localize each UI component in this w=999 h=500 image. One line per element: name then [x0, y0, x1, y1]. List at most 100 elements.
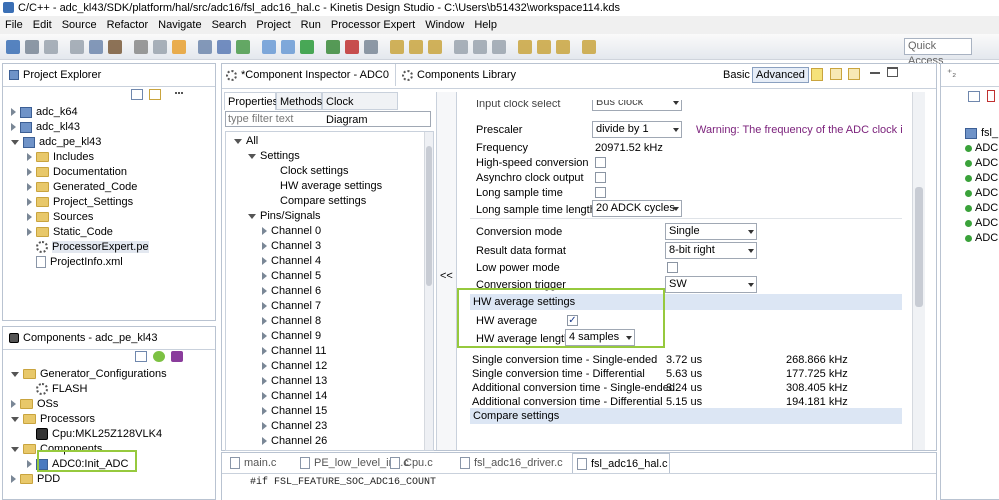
menu-file[interactable]: File	[0, 16, 28, 34]
settings-tree-item-channel-14[interactable]: Channel 14	[262, 389, 327, 404]
settings-tree-item-channel-11[interactable]: Channel 11	[262, 344, 326, 359]
menu-processor-expert[interactable]: Processor Expert	[326, 16, 420, 34]
compare-section-header[interactable]: Compare settings	[470, 408, 902, 424]
nav-a-icon[interactable]	[518, 40, 532, 54]
async-clock-checkbox[interactable]	[595, 172, 606, 183]
expand-arrow-icon[interactable]	[27, 198, 32, 207]
expand-arrow-icon[interactable]	[262, 257, 267, 266]
tree-item-sources[interactable]: Sources	[27, 210, 93, 225]
debug-icon[interactable]	[217, 40, 231, 54]
expand-arrow-icon[interactable]	[262, 287, 267, 296]
generate-code-icon[interactable]	[171, 351, 183, 362]
tree-item-adc-k64[interactable]: adc_k64	[11, 105, 78, 120]
prescaler-select[interactable]: divide by 1	[592, 121, 682, 138]
settings-tree-item-settings[interactable]: Settings	[248, 149, 300, 164]
menu-help[interactable]: Help	[469, 16, 502, 34]
tree-item-processorexpert-pe[interactable]: ProcessorExpert.pe	[27, 240, 149, 255]
component-tree-item-flash[interactable]: FLASH	[27, 382, 87, 397]
outline-collapse-icon[interactable]	[968, 91, 980, 102]
subtab-methods[interactable]: Methods	[276, 92, 322, 110]
tree-item-documentation[interactable]: Documentation	[27, 165, 127, 180]
build-icon[interactable]	[89, 40, 103, 54]
basic-mode-button[interactable]: Basic	[723, 64, 750, 86]
settings-tree-item-clock-settings[interactable]: Clock settings	[262, 164, 348, 179]
outline-item[interactable]: ADC	[965, 216, 998, 231]
conversion-mode-select[interactable]: Single	[665, 223, 757, 240]
compass-icon[interactable]	[262, 40, 276, 54]
run-ext-icon[interactable]	[326, 40, 340, 54]
settings-tree-item-channel-15[interactable]: Channel 15	[262, 404, 327, 419]
toggle-b-icon[interactable]	[473, 40, 487, 54]
expand-arrow-icon[interactable]	[248, 153, 256, 159]
toggle-a-icon[interactable]	[454, 40, 468, 54]
edit-icon[interactable]	[409, 40, 423, 54]
expand-arrow-icon[interactable]	[262, 317, 267, 326]
editor-tab-cpu-c[interactable]: Cpu.c	[386, 453, 444, 473]
hammer-icon[interactable]	[108, 40, 122, 54]
add-component-icon[interactable]	[153, 351, 165, 362]
expand-arrow-icon[interactable]	[27, 168, 32, 177]
expand-arrow-icon[interactable]	[11, 416, 19, 422]
tree-item-projectinfo-xml[interactable]: ProjectInfo.xml	[27, 255, 123, 270]
collapse-icon[interactable]	[135, 351, 147, 362]
print-icon[interactable]	[70, 40, 84, 54]
back-icon[interactable]	[830, 68, 842, 80]
tree-item-includes[interactable]: Includes	[27, 150, 94, 165]
menu-refactor[interactable]: Refactor	[102, 16, 154, 34]
toggle-c-icon[interactable]	[492, 40, 506, 54]
collapse-button[interactable]: <<	[440, 270, 453, 282]
components-tab[interactable]: Components - adc_pe_kl43	[9, 327, 158, 349]
run-icon[interactable]	[300, 40, 314, 54]
high-speed-checkbox[interactable]	[595, 157, 606, 168]
long-sample-length-select[interactable]: 20 ADCK cycles	[592, 200, 682, 217]
subtab-clock-diagram[interactable]: Clock Diagram	[322, 92, 398, 126]
component-tree-item-pdd[interactable]: PDD	[11, 472, 60, 487]
expand-arrow-icon[interactable]	[11, 139, 19, 145]
menu-run[interactable]: Run	[296, 16, 326, 34]
outline-sort-icon[interactable]	[987, 90, 995, 102]
maximize-icon[interactable]	[887, 67, 898, 77]
component-inspector-tab[interactable]: *Component Inspector - ADC0	[226, 64, 396, 86]
expand-arrow-icon[interactable]	[262, 377, 267, 386]
tree-item-adc-pe-kl43[interactable]: adc_pe_kl43	[11, 135, 101, 150]
low-power-checkbox[interactable]	[667, 262, 678, 273]
forward-icon[interactable]	[848, 68, 860, 80]
tree-item-static-code[interactable]: Static_Code	[27, 225, 113, 240]
settings-tree-item-channel-0[interactable]: Channel 0	[262, 224, 321, 239]
menu-project[interactable]: Project	[251, 16, 295, 34]
subtab-properties[interactable]: Properties	[224, 92, 278, 110]
expand-arrow-icon[interactable]	[27, 183, 32, 192]
settings-tree-item-channel-23[interactable]: Channel 23	[262, 419, 327, 434]
nav-b-icon[interactable]	[537, 40, 551, 54]
minimize-icon[interactable]	[870, 72, 880, 74]
expand-arrow-icon[interactable]	[27, 213, 32, 222]
lightning-icon[interactable]	[172, 40, 186, 54]
outline-item[interactable]: ADC	[965, 231, 998, 246]
outline-item[interactable]: ADC	[965, 141, 998, 156]
refresh-icon[interactable]	[198, 40, 212, 54]
outline-item[interactable]: ADC	[965, 201, 998, 216]
expand-arrow-icon[interactable]	[262, 242, 267, 251]
settings-tree-item-channel-5[interactable]: Channel 5	[262, 269, 321, 284]
expand-arrow-icon[interactable]	[11, 400, 16, 409]
expand-arrow-icon[interactable]	[262, 422, 267, 431]
settings-tree-item-channel-9[interactable]: Channel 9	[262, 329, 321, 344]
expand-arrow-icon[interactable]	[11, 446, 19, 452]
brush-icon[interactable]	[428, 40, 442, 54]
settings-tree-item-channel-26[interactable]: Channel 26	[262, 434, 327, 449]
advanced-mode-button[interactable]: Advanced	[752, 67, 809, 83]
settings-tree-item-channel-4[interactable]: Channel 4	[262, 254, 321, 269]
menu-navigate[interactable]: Navigate	[153, 16, 206, 34]
expand-arrow-icon[interactable]	[262, 332, 267, 341]
settings-tree-item-channel-12[interactable]: Channel 12	[262, 359, 327, 374]
forward-icon[interactable]	[582, 40, 596, 54]
settings-tree-item-hw-average-settings[interactable]: HW average settings	[262, 179, 382, 194]
properties-scrollbar[interactable]	[912, 92, 925, 450]
link-editor-icon[interactable]	[149, 89, 161, 100]
expand-arrow-icon[interactable]	[234, 138, 242, 144]
search-file-icon[interactable]	[153, 40, 167, 54]
expand-arrow-icon[interactable]	[262, 392, 267, 401]
conversion-trigger-select[interactable]: SW	[665, 276, 757, 293]
expand-arrow-icon[interactable]	[262, 227, 267, 236]
editor-tab-fsl-adc16-hal-c[interactable]: fsl_adc16_hal.c	[572, 453, 670, 473]
